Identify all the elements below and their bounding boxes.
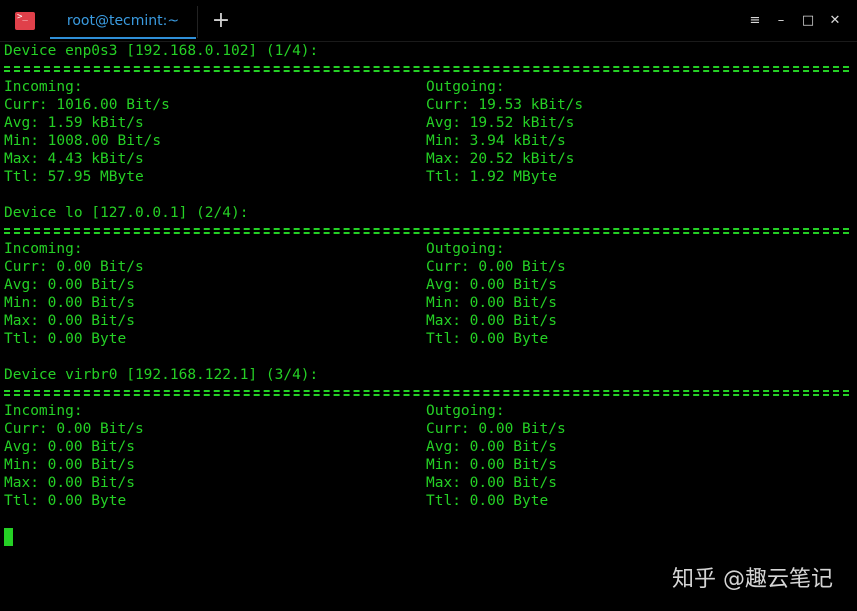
stats-row: Incoming: Outgoing: bbox=[4, 240, 857, 258]
incoming-label: Incoming: bbox=[4, 403, 83, 419]
stats-row: Ttl: 0.00 Byte Ttl: 0.00 Byte bbox=[4, 330, 857, 348]
stats-row: Avg: 0.00 Bit/s Avg: 0.00 Bit/s bbox=[4, 276, 857, 294]
tab-title: root@tecmint:~ bbox=[66, 13, 180, 29]
stats-row: Ttl: 57.95 MByte Ttl: 1.92 MByte bbox=[4, 168, 857, 186]
terminal-output[interactable]: Device enp0s3 [192.168.0.102] (1/4): Inc… bbox=[4, 42, 857, 611]
incoming-max: Max: 0.00 Bit/s bbox=[4, 313, 135, 329]
outgoing-min: Min: 3.94 kBit/s bbox=[426, 133, 566, 149]
incoming-ttl: Ttl: 0.00 Byte bbox=[4, 493, 127, 509]
outgoing-max: Max: 20.52 kBit/s bbox=[426, 151, 575, 167]
stats-row: Curr: 1016.00 Bit/s Curr: 19.53 kBit/s bbox=[4, 96, 857, 114]
outgoing-curr: Curr: 0.00 Bit/s bbox=[426, 421, 566, 437]
incoming-ttl: Ttl: 0.00 Byte bbox=[4, 331, 127, 347]
stats-row: Ttl: 0.00 Byte Ttl: 0.00 Byte bbox=[4, 492, 857, 510]
device-header: Device virbr0 [192.168.122.1] (3/4): bbox=[4, 367, 319, 383]
device-header: Device enp0s3 [192.168.0.102] (1/4): bbox=[4, 43, 319, 59]
outgoing-min: Min: 0.00 Bit/s bbox=[426, 457, 557, 473]
incoming-curr: Curr: 0.00 Bit/s bbox=[4, 421, 144, 437]
outgoing-min: Min: 0.00 Bit/s bbox=[426, 295, 557, 311]
incoming-avg: Avg: 0.00 Bit/s bbox=[4, 439, 135, 455]
incoming-max: Max: 0.00 Bit/s bbox=[4, 475, 135, 491]
stats-row: Max: 4.43 kBit/s Max: 20.52 kBit/s bbox=[4, 150, 857, 168]
outgoing-avg: Avg: 19.52 kBit/s bbox=[426, 115, 575, 131]
stats-row: Min: 0.00 Bit/s Min: 0.00 Bit/s bbox=[4, 294, 857, 312]
incoming-min: Min: 1008.00 Bit/s bbox=[4, 133, 162, 149]
separator-line bbox=[4, 222, 857, 240]
outgoing-label: Outgoing: bbox=[426, 79, 505, 95]
incoming-curr: Curr: 0.00 Bit/s bbox=[4, 259, 144, 275]
outgoing-avg: Avg: 0.00 Bit/s bbox=[426, 277, 557, 293]
terminal-cursor bbox=[4, 528, 13, 546]
stats-row: Incoming: Outgoing: bbox=[4, 402, 857, 420]
incoming-label: Incoming: bbox=[4, 79, 83, 95]
stats-row: Max: 0.00 Bit/s Max: 0.00 Bit/s bbox=[4, 312, 857, 330]
incoming-max: Max: 4.43 kBit/s bbox=[4, 151, 144, 167]
new-tab-button[interactable]: + bbox=[209, 9, 233, 33]
incoming-curr: Curr: 1016.00 Bit/s bbox=[4, 97, 170, 113]
stats-row: Incoming: Outgoing: bbox=[4, 78, 857, 96]
incoming-min: Min: 0.00 Bit/s bbox=[4, 457, 135, 473]
separator-line bbox=[4, 60, 857, 78]
stats-row: Curr: 0.00 Bit/s Curr: 0.00 Bit/s bbox=[4, 420, 857, 438]
outgoing-ttl: Ttl: 0.00 Byte bbox=[426, 493, 549, 509]
incoming-ttl: Ttl: 57.95 MByte bbox=[4, 169, 144, 185]
outgoing-max: Max: 0.00 Bit/s bbox=[426, 475, 557, 491]
outgoing-ttl: Ttl: 1.92 MByte bbox=[426, 169, 557, 185]
watermark: 知乎 @趣云笔记 bbox=[672, 567, 833, 592]
menu-icon[interactable]: ≡ bbox=[746, 11, 764, 31]
incoming-avg: Avg: 0.00 Bit/s bbox=[4, 277, 135, 293]
incoming-avg: Avg: 1.59 kBit/s bbox=[4, 115, 144, 131]
tab-root-tecmint[interactable]: root@tecmint:~ bbox=[50, 2, 196, 39]
outgoing-label: Outgoing: bbox=[426, 241, 505, 257]
outgoing-curr: Curr: 0.00 Bit/s bbox=[426, 259, 566, 275]
incoming-min: Min: 0.00 Bit/s bbox=[4, 295, 135, 311]
close-button[interactable]: ✕ bbox=[826, 11, 844, 31]
stats-row: Max: 0.00 Bit/s Max: 0.00 Bit/s bbox=[4, 474, 857, 492]
outgoing-label: Outgoing: bbox=[426, 403, 505, 419]
stats-row: Min: 0.00 Bit/s Min: 0.00 Bit/s bbox=[4, 456, 857, 474]
outgoing-ttl: Ttl: 0.00 Byte bbox=[426, 331, 549, 347]
outgoing-max: Max: 0.00 Bit/s bbox=[426, 313, 557, 329]
terminal-app-icon[interactable]: >_ bbox=[15, 12, 35, 30]
tab-divider bbox=[197, 6, 198, 38]
stats-row: Avg: 1.59 kBit/s Avg: 19.52 kBit/s bbox=[4, 114, 857, 132]
stats-row: Curr: 0.00 Bit/s Curr: 0.00 Bit/s bbox=[4, 258, 857, 276]
title-bar: >_ root@tecmint:~ + ≡ – □ ✕ bbox=[0, 0, 857, 42]
device-header: Device lo [127.0.0.1] (2/4): bbox=[4, 205, 249, 221]
outgoing-avg: Avg: 0.00 Bit/s bbox=[426, 439, 557, 455]
incoming-label: Incoming: bbox=[4, 241, 83, 257]
outgoing-curr: Curr: 19.53 kBit/s bbox=[426, 97, 584, 113]
stats-row: Avg: 0.00 Bit/s Avg: 0.00 Bit/s bbox=[4, 438, 857, 456]
minimize-button[interactable]: – bbox=[772, 11, 790, 31]
maximize-button[interactable]: □ bbox=[799, 11, 817, 31]
stats-row: Min: 1008.00 Bit/s Min: 3.94 kBit/s bbox=[4, 132, 857, 150]
separator-line bbox=[4, 384, 857, 402]
